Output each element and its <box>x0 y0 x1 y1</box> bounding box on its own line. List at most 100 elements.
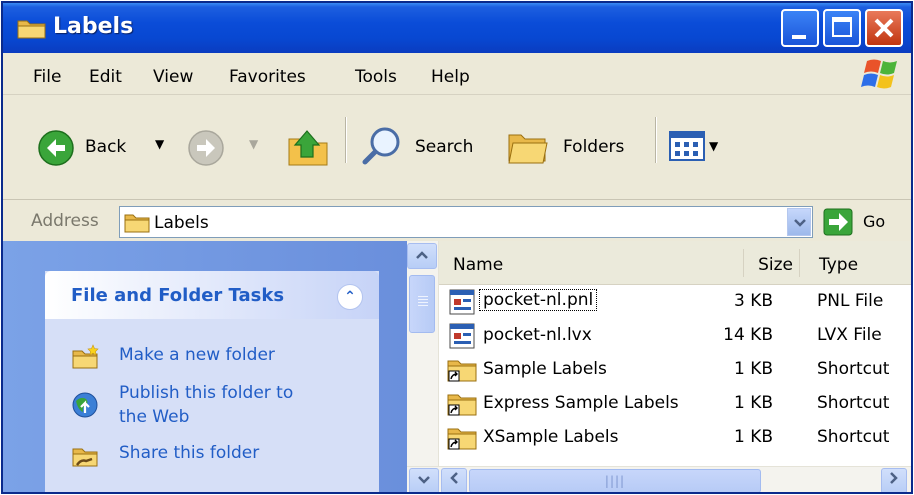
file-row[interactable]: pocket-nl.pnl 3 KB PNL File <box>439 285 911 319</box>
menu-edit[interactable]: Edit <box>89 67 122 87</box>
maximize-icon <box>832 17 852 37</box>
share-folder-link[interactable]: Share this folder <box>119 443 259 463</box>
column-type[interactable]: Type <box>819 255 858 275</box>
minimize-button[interactable] <box>781 9 819 47</box>
toolbar-separator <box>345 117 347 163</box>
menu-tools[interactable]: Tools <box>355 67 397 87</box>
close-icon <box>874 18 894 38</box>
file-type: Shortcut <box>817 359 890 379</box>
horizontal-scroll-thumb[interactable]: |||| <box>469 469 761 492</box>
scroll-up-button[interactable] <box>407 243 437 269</box>
column-divider[interactable] <box>799 249 800 277</box>
menu-bar: File Edit View Favorites Tools Help <box>3 53 911 95</box>
back-button[interactable]: Back ▼ <box>33 125 173 169</box>
scroll-right-button[interactable] <box>881 468 907 492</box>
chevron-up-icon <box>416 251 428 259</box>
column-header-row: Name Size Type <box>439 241 911 285</box>
go-button[interactable]: Go <box>823 206 905 238</box>
publish-folder-link-cont[interactable]: the Web <box>119 407 189 427</box>
chevron-down-icon <box>794 219 806 227</box>
file-name[interactable]: XSample Labels <box>483 427 619 447</box>
file-size: 1 KB <box>733 359 773 379</box>
back-label: Back <box>85 137 127 157</box>
file-name[interactable]: Express Sample Labels <box>483 393 679 413</box>
address-dropdown-button[interactable] <box>787 208 811 236</box>
address-bar: Address Labels Go <box>3 199 911 241</box>
address-label: Address <box>31 211 99 231</box>
file-name[interactable]: Sample Labels <box>483 359 607 379</box>
title-bar[interactable] <box>3 3 911 53</box>
share-folder-icon <box>72 448 98 467</box>
task-pane: File and Folder Tasks ⌃ Make a new folde… <box>3 241 407 492</box>
column-divider[interactable] <box>743 249 744 277</box>
search-button[interactable]: Search <box>359 123 499 171</box>
file-row[interactable]: pocket-nl.lvx 14 KB LVX File <box>439 319 911 353</box>
forward-button[interactable]: ▼ <box>183 125 269 169</box>
back-arrow-icon <box>38 130 74 166</box>
file-size: 1 KB <box>733 427 773 447</box>
file-type: Shortcut <box>817 393 890 413</box>
pnl-file-icon <box>449 289 475 315</box>
horizontal-scrollbar[interactable]: |||| <box>407 466 911 492</box>
file-type: PNL File <box>817 291 884 311</box>
content-area: File and Folder Tasks ⌃ Make a new folde… <box>3 241 911 492</box>
folder-icon <box>124 214 150 233</box>
views-icon <box>669 131 705 161</box>
search-label: Search <box>415 137 474 157</box>
windows-logo-icon <box>861 59 897 89</box>
column-name[interactable]: Name <box>453 255 503 275</box>
menu-file[interactable]: File <box>33 67 61 87</box>
menu-favorites[interactable]: Favorites <box>229 67 306 87</box>
make-new-folder-link[interactable]: Make a new folder <box>119 345 275 365</box>
file-row[interactable]: XSample Labels 1 KB Shortcut <box>439 421 911 455</box>
address-input[interactable]: Labels <box>119 206 813 238</box>
file-size: 3 KB <box>733 291 773 311</box>
lvx-file-icon <box>449 323 475 349</box>
toolbar: Back ▼ ▼ Search Folders ▼ <box>3 95 911 199</box>
folder-icon <box>17 20 46 39</box>
views-button[interactable]: ▼ <box>667 127 727 167</box>
publish-web-icon <box>72 392 98 418</box>
file-row[interactable]: Express Sample Labels 1 KB Shortcut <box>439 387 911 421</box>
column-size[interactable]: Size <box>753 255 793 275</box>
close-button[interactable] <box>865 9 903 47</box>
up-folder-icon[interactable] <box>285 127 331 169</box>
menu-help[interactable]: Help <box>431 67 470 87</box>
file-name[interactable]: pocket-nl.lvx <box>483 325 592 345</box>
window-title: Labels <box>53 14 134 39</box>
collapse-chevron-icon[interactable]: ⌃ <box>337 284 363 310</box>
go-label: Go <box>863 212 886 231</box>
scroll-left-button[interactable] <box>441 468 467 492</box>
folder-shortcut-icon <box>447 360 477 382</box>
folder-shortcut-icon <box>447 394 477 416</box>
go-arrow-icon <box>823 208 853 236</box>
task-panel-title: File and Folder Tasks <box>71 285 285 306</box>
forward-dropdown-icon[interactable]: ▼ <box>249 137 258 151</box>
folder-shortcut-icon <box>447 428 477 450</box>
chevron-left-icon <box>450 472 458 484</box>
file-size: 1 KB <box>733 393 773 413</box>
file-size: 14 KB <box>723 325 773 345</box>
scroll-thumb[interactable] <box>409 275 435 333</box>
address-value: Labels <box>154 213 209 233</box>
folders-icon <box>508 134 548 164</box>
search-icon <box>362 127 400 165</box>
chevron-down-icon <box>418 476 430 484</box>
minimize-icon <box>792 35 806 39</box>
maximize-button[interactable] <box>823 9 861 47</box>
folders-button[interactable]: Folders <box>505 123 645 171</box>
back-dropdown-icon[interactable]: ▼ <box>155 137 164 151</box>
scroll-down-button[interactable] <box>409 468 439 492</box>
new-folder-icon <box>72 344 99 369</box>
publish-folder-link[interactable]: Publish this folder to <box>119 383 293 403</box>
file-row[interactable]: Sample Labels 1 KB Shortcut <box>439 353 911 387</box>
menu-view[interactable]: View <box>153 67 193 87</box>
views-dropdown-icon[interactable]: ▼ <box>709 139 718 153</box>
file-name[interactable]: pocket-nl.pnl <box>479 289 598 311</box>
folders-label: Folders <box>563 137 625 157</box>
file-type: Shortcut <box>817 427 890 447</box>
vertical-scrollbar[interactable] <box>407 241 439 466</box>
explorer-window: Labels File Edit View Favorites Tools He… <box>1 1 913 494</box>
file-type: LVX File <box>817 325 882 345</box>
forward-arrow-icon <box>188 130 224 166</box>
